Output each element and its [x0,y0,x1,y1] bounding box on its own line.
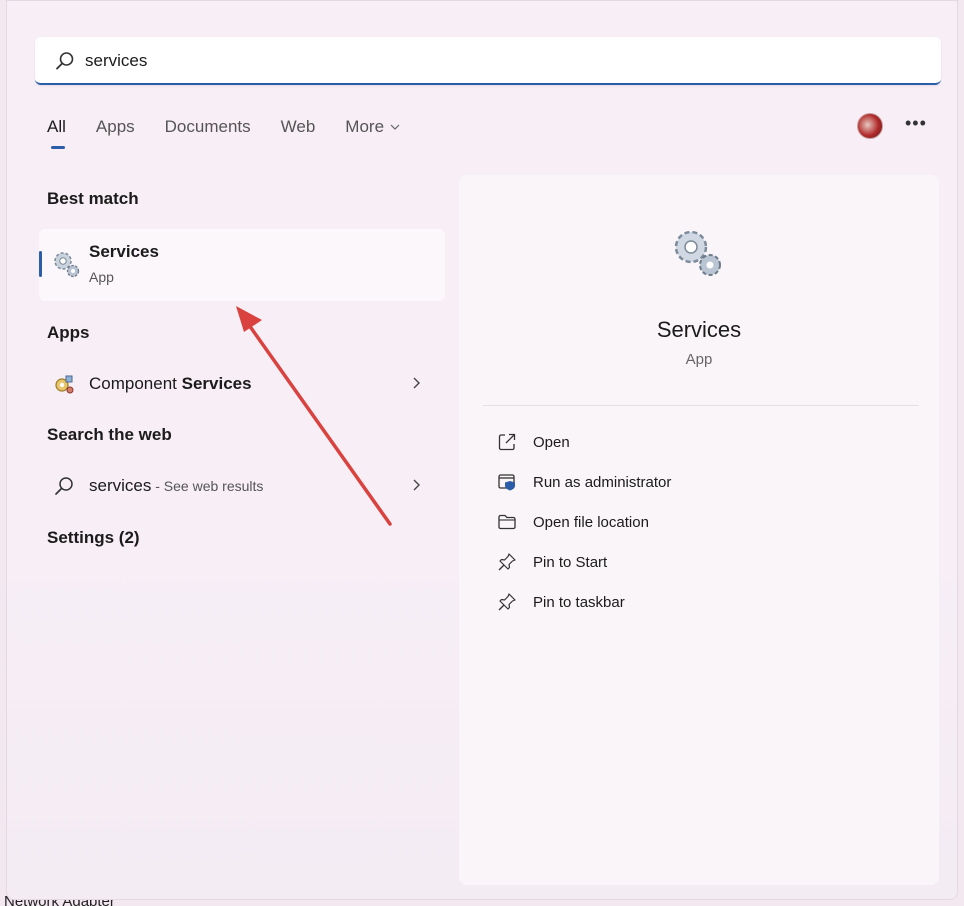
services-gear-icon [674,230,721,276]
pin-icon [498,593,516,611]
detail-type: App [685,351,713,368]
list-item-component-services[interactable]: Component Services [39,363,445,403]
pin-icon [498,553,516,571]
pin-to-taskbar-action[interactable]: Pin to taskbar [489,586,909,618]
best-match-heading: Best match [47,189,139,208]
component-services-icon [55,375,74,394]
tab-more[interactable]: More [345,117,400,137]
list-item-label: Component Services [89,374,252,393]
shield-admin-icon [498,474,515,491]
tab-documents[interactable]: Documents [165,117,251,137]
search-input[interactable] [85,47,905,75]
detail-title: Services [656,317,742,342]
chevron-right-icon [413,377,420,389]
services-gear-icon [54,252,80,278]
open-file-location-action[interactable]: Open file location [489,506,909,538]
pin-to-start-action[interactable]: Pin to Start [489,546,909,578]
list-item-label: services - See web results [89,476,264,495]
best-match-title: Services [89,242,159,261]
best-match-type: App [89,269,114,285]
search-web-heading: Search the web [47,425,172,444]
avatar[interactable] [857,113,883,139]
settings-heading[interactable]: Settings (2) [47,528,140,548]
search-icon [56,52,74,70]
detail-pane: Services App Open Run as administrator O… [459,175,939,885]
open-action[interactable]: Open [489,426,909,458]
start-search-panel: All Apps Documents Web More ••• Best mat… [6,0,958,900]
chevron-down-icon [390,124,400,130]
apps-heading: Apps [47,323,90,342]
more-options-button[interactable]: ••• [905,113,927,134]
folder-icon [498,514,516,530]
tab-apps[interactable]: Apps [96,117,135,137]
search-box[interactable] [35,37,941,85]
list-item-web-search[interactable]: services - See web results [39,465,445,505]
open-external-icon [498,433,516,451]
tab-web[interactable]: Web [281,117,316,137]
run-as-administrator-action[interactable]: Run as administrator [489,466,909,498]
tab-all[interactable]: All [47,117,66,149]
best-match-item[interactable]: Services App [39,229,445,301]
filter-tabs: All Apps Documents Web More [47,117,430,149]
chevron-right-icon [413,479,420,491]
search-icon [55,477,73,495]
divider [483,405,919,406]
selection-indicator [39,251,42,277]
